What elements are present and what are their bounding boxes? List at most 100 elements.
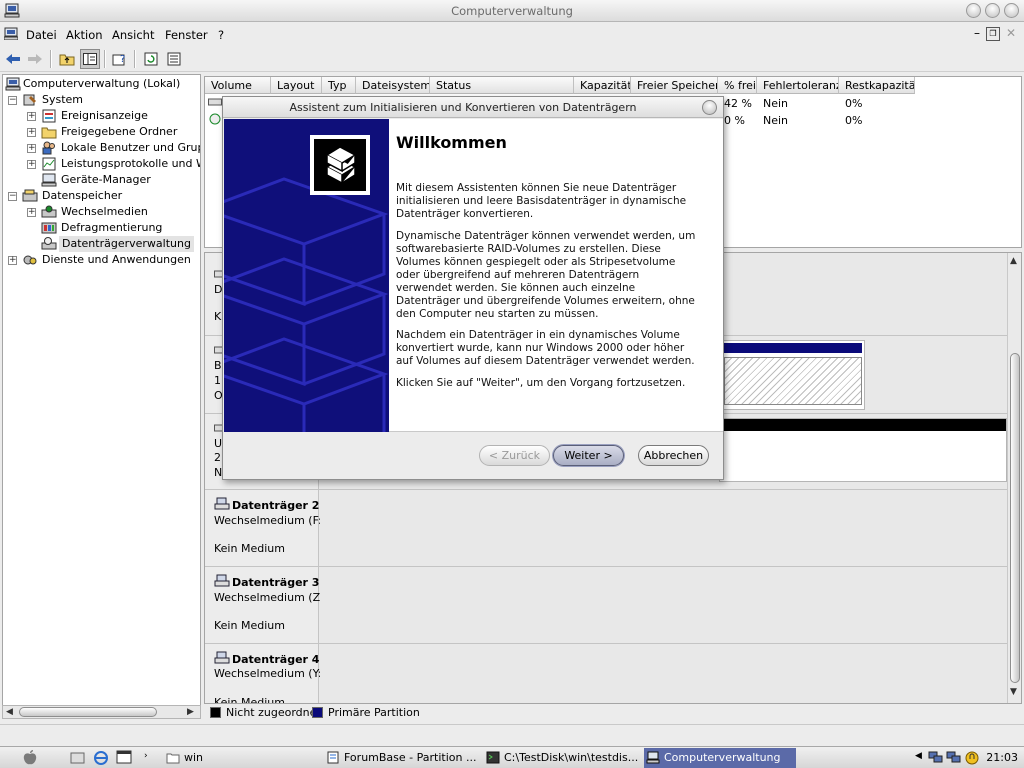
tree-item-defrag[interactable]: Defragmentierung <box>61 220 162 236</box>
tray-chevron-left-icon[interactable]: ◀ <box>915 751 922 761</box>
col-overhead[interactable]: Restkapazität <box>839 77 915 94</box>
close-button[interactable] <box>1004 3 1019 18</box>
network-icon[interactable] <box>928 750 943 764</box>
child-minimize-icon[interactable]: – <box>970 27 984 41</box>
folder-up-icon[interactable] <box>57 49 77 69</box>
taskbar-task[interactable]: ForumBase - Partition ... <box>324 748 476 768</box>
dialog-close-button[interactable] <box>702 100 717 115</box>
tree-item-device-manager[interactable]: Geräte-Manager <box>61 172 151 188</box>
scroll-up-icon[interactable]: ▲ <box>1010 256 1017 266</box>
status-bar <box>0 724 1024 744</box>
expand-icon[interactable]: + <box>27 208 36 217</box>
wizard-paragraph: Klicken Sie auf "Weiter", um den Vorgang… <box>396 377 686 389</box>
tree-item-storage[interactable]: Datenspeicher <box>42 188 122 204</box>
browser-icon[interactable] <box>93 750 109 765</box>
scroll-left-icon[interactable]: ◀ <box>6 707 13 717</box>
child-close-icon[interactable]: ✕ <box>1004 27 1018 41</box>
menu-fenster[interactable]: Fenster <box>165 28 208 42</box>
tree-item-system[interactable]: System <box>42 92 83 108</box>
window-app-icon[interactable] <box>116 750 132 765</box>
taskbar: › win ForumBase - Partition ... C:\TestD… <box>0 746 1024 768</box>
next-button[interactable]: Weiter > <box>553 445 624 466</box>
refresh-icon[interactable] <box>141 49 161 69</box>
legend-unallocated: Nicht zugeordnet <box>226 706 321 719</box>
tree-item-disk-management[interactable]: Datenträgerverwaltung <box>59 236 194 252</box>
expand-icon[interactable]: + <box>8 256 17 265</box>
tree-item-shared-folders[interactable]: Freigegebene Ordner <box>61 124 177 140</box>
disk-label-text: 2 <box>214 451 221 464</box>
taskbar-task[interactable]: C:\TestDisk\win\testdis... <box>484 748 638 768</box>
unallocated-bar <box>720 419 1006 431</box>
menu-help[interactable]: ? <box>218 28 224 42</box>
stacked-disks-illustration <box>224 135 389 432</box>
show-desktop-icon[interactable] <box>70 751 85 764</box>
tree-horizontal-scrollbar[interactable]: ◀ ▶ <box>2 705 201 719</box>
wizard-paragraph: Mit diesem Assistenten können Sie neue D… <box>396 182 687 220</box>
menu-datei[interactable]: Datei <box>26 28 57 42</box>
taskbar-task-active[interactable]: Computerverwaltung <box>644 748 796 768</box>
dialog-title-bar[interactable]: Assistent zum Initialisieren und Konvert… <box>223 97 723 118</box>
apple-menu-icon[interactable] <box>22 749 38 766</box>
disk-vertical-scrollbar[interactable]: ▲ ▼ <box>1007 253 1021 703</box>
minimize-button[interactable] <box>966 3 981 18</box>
col-layout[interactable]: Layout <box>271 77 322 94</box>
col-free-space[interactable]: Freier Speicher <box>631 77 718 94</box>
menu-ansicht[interactable]: Ansicht <box>112 28 154 42</box>
console-tree-toggle-icon[interactable] <box>80 49 100 69</box>
scroll-thumb[interactable] <box>1010 353 1020 683</box>
disk-row[interactable]: Datenträger 2 Wechselmedium (F:) Kein Me… <box>205 490 1009 567</box>
back-arrow-icon[interactable] <box>3 49 23 69</box>
disk-title: Datenträger 4 <box>232 653 320 666</box>
expand-icon[interactable]: + <box>27 128 36 137</box>
partition-block[interactable] <box>721 340 865 410</box>
expand-icon[interactable]: + <box>27 144 36 153</box>
unallocated-block[interactable] <box>719 418 1007 482</box>
title-bar[interactable]: Computerverwaltung <box>0 0 1024 22</box>
removable-storage-icon <box>41 205 57 218</box>
col-percent-free[interactable]: % frei <box>718 77 757 94</box>
scroll-down-icon[interactable]: ▼ <box>1010 687 1017 697</box>
col-type[interactable]: Typ <box>322 77 356 94</box>
disk-label-text: 1 <box>214 374 221 387</box>
taskbar-folder[interactable]: win <box>164 748 203 768</box>
disk-row[interactable]: Datenträger 4 Wechselmedium (Y:) Kein Me… <box>205 644 1009 703</box>
toolbar: ? <box>0 46 1024 72</box>
scroll-right-icon[interactable]: ▶ <box>187 707 194 717</box>
cancel-button[interactable]: Abbrechen <box>638 445 709 466</box>
col-volume[interactable]: Volume <box>205 77 271 94</box>
disk-row[interactable]: Datenträger 3 Wechselmedium (Z:) Kein Me… <box>205 567 1009 644</box>
network-icon[interactable] <box>946 750 961 764</box>
console-tree[interactable]: Computerverwaltung (Lokal) − System + Er… <box>2 74 201 706</box>
device-manager-icon <box>41 173 57 187</box>
removable-disk-icon <box>214 574 230 587</box>
table-cell: Nein <box>763 97 789 110</box>
col-capacity[interactable]: Kapazität <box>574 77 631 94</box>
child-restore-icon[interactable]: ❐ <box>986 27 1000 41</box>
col-filesystem[interactable]: Dateisystem <box>356 77 430 94</box>
disk-status: Kein Medium <box>214 542 285 555</box>
chevron-right-icon[interactable]: › <box>144 751 148 761</box>
tree-item-removable[interactable]: Wechselmedien <box>61 204 148 220</box>
menu-aktion[interactable]: Aktion <box>66 28 103 42</box>
collapse-icon[interactable]: − <box>8 192 17 201</box>
tree-root[interactable]: Computerverwaltung (Lokal) <box>23 76 180 92</box>
export-list-icon[interactable] <box>165 49 185 69</box>
disk-type: Wechselmedium (Y:) <box>214 667 326 680</box>
tree-item-users[interactable]: Lokale Benutzer und Gruppe <box>61 140 200 156</box>
expand-icon[interactable]: + <box>27 160 36 169</box>
scroll-thumb[interactable] <box>19 707 157 717</box>
security-icon[interactable] <box>965 750 979 765</box>
maximize-button[interactable] <box>985 3 1000 18</box>
back-button[interactable]: < Zurück <box>479 445 550 466</box>
tree-item-services[interactable]: Dienste und Anwendungen <box>42 252 191 268</box>
disk-wizard-dialog: Assistent zum Initialisieren und Konvert… <box>222 96 724 480</box>
col-status[interactable]: Status <box>430 77 574 94</box>
system-menu-icon[interactable] <box>4 27 18 40</box>
expand-icon[interactable]: + <box>27 112 36 121</box>
properties-help-icon[interactable]: ? <box>110 49 130 69</box>
removable-disk-icon <box>214 497 230 510</box>
tree-item-events[interactable]: Ereignisanzeige <box>61 108 148 124</box>
collapse-icon[interactable]: − <box>8 96 17 105</box>
tree-item-perf-logs[interactable]: Leistungsprotokolle und War <box>61 156 200 172</box>
col-fault-tolerance[interactable]: Fehlertoleranz <box>757 77 839 94</box>
